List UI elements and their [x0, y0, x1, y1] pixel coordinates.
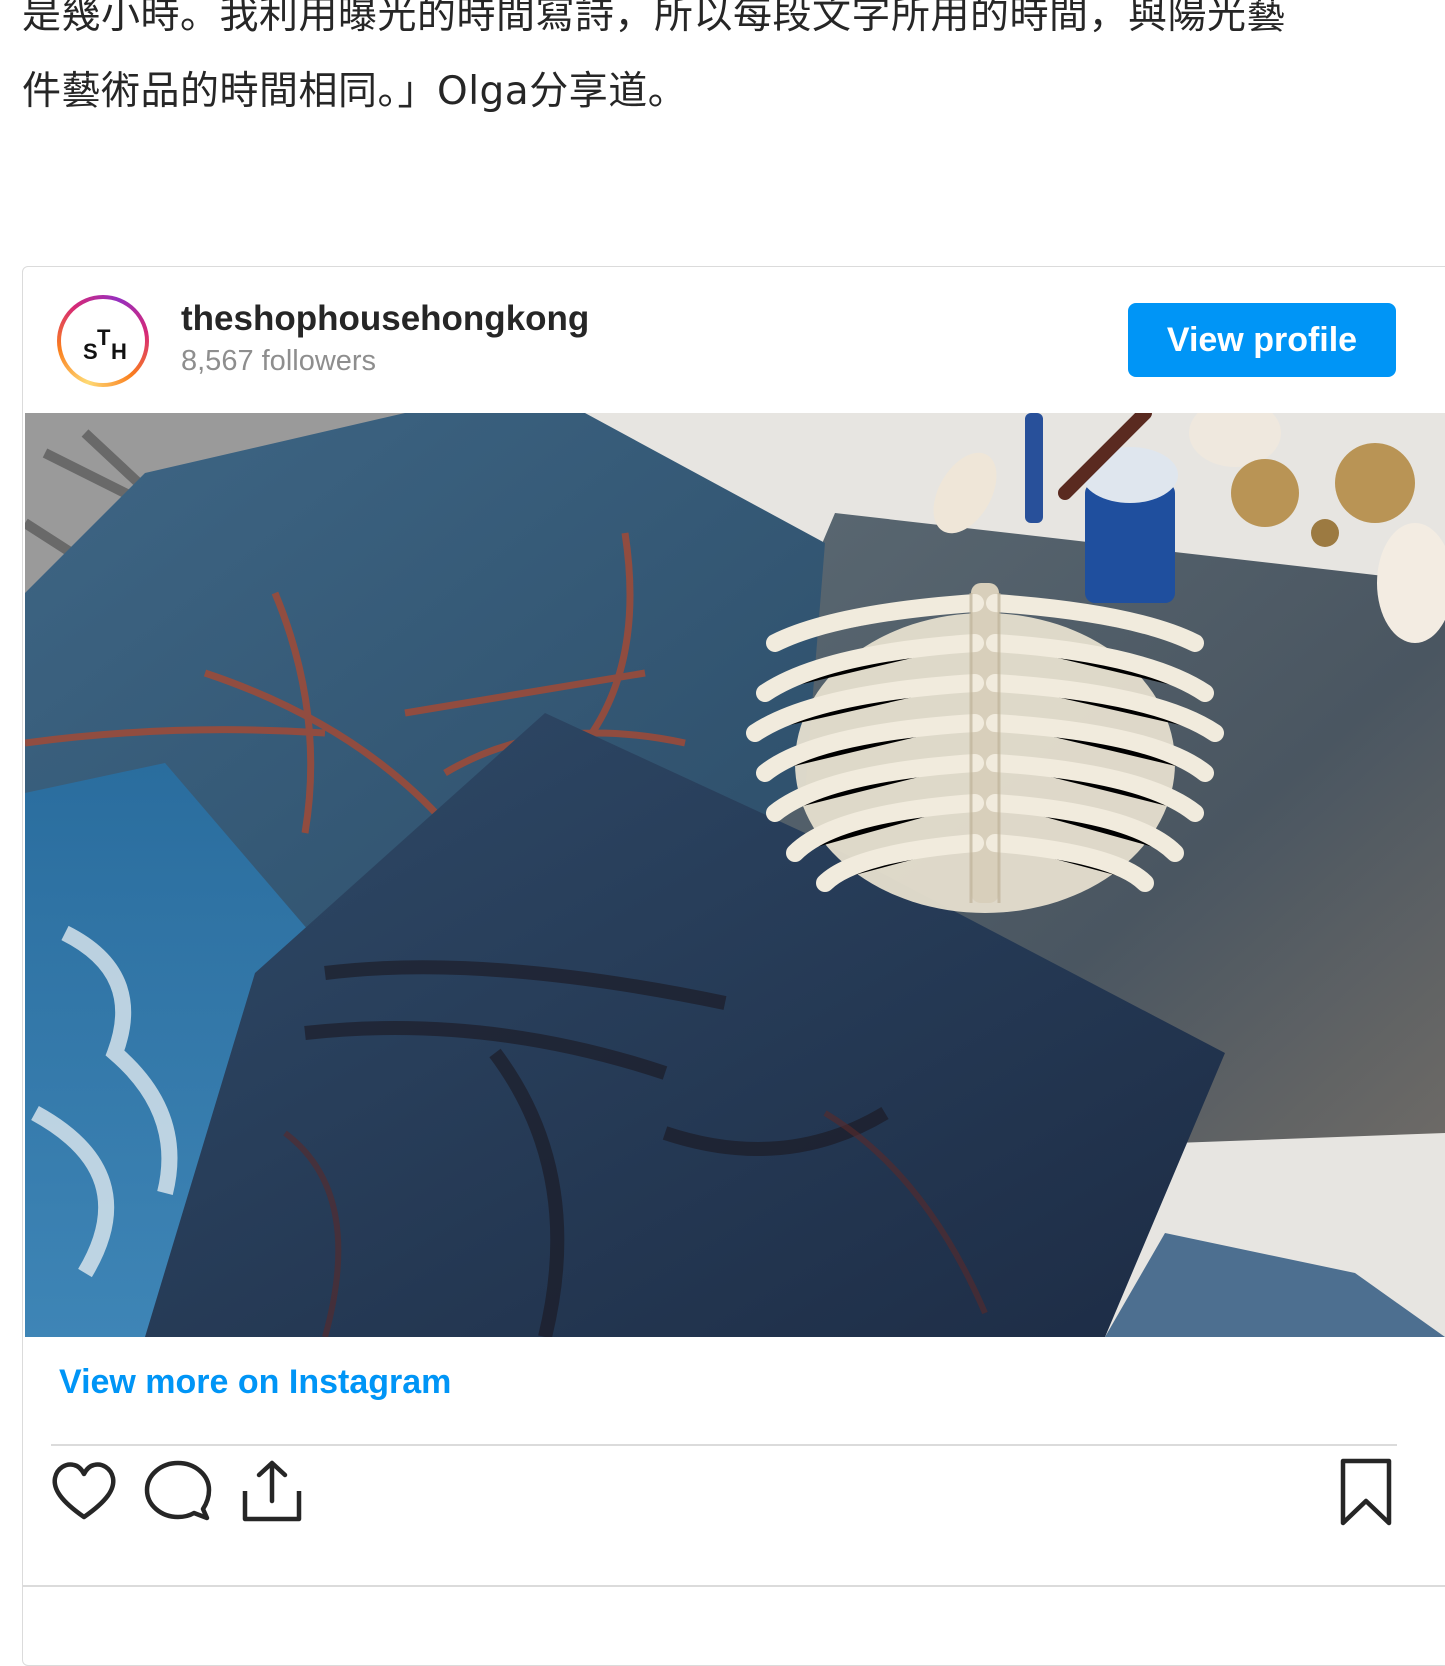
- article-line: 是幾小時。我利用曝光的時間寫詩，所以每段文字所用的時間，與陽光藝: [22, 0, 1287, 38]
- post-photo[interactable]: [25, 413, 1445, 1337]
- username[interactable]: theshophousehongkong: [181, 299, 589, 339]
- action-bar: [23, 1457, 1445, 1547]
- view-more-link[interactable]: View more on Instagram: [59, 1363, 451, 1402]
- follower-count: 8,567 followers: [181, 345, 377, 377]
- comment-icon[interactable]: [143, 1457, 213, 1527]
- divider: [23, 1585, 1445, 1587]
- view-profile-button[interactable]: View profile: [1128, 303, 1396, 377]
- article-paragraph: 是幾小時。我利用曝光的時間寫詩，所以每段文字所用的時間，與陽光藝 件藝術品的時間…: [22, 0, 1445, 130]
- avatar-monogram: S T H: [83, 325, 127, 364]
- heart-icon[interactable]: [49, 1457, 119, 1527]
- divider: [51, 1444, 1397, 1446]
- avatar[interactable]: S T H: [57, 295, 149, 387]
- article-line: 件藝術品的時間相同。」Olga分享道。: [22, 69, 688, 114]
- instagram-embed: S T H theshophousehongkong 8,567 followe…: [22, 266, 1445, 1666]
- embed-header: S T H theshophousehongkong 8,567 followe…: [23, 267, 1445, 413]
- bookmark-icon[interactable]: [1331, 1457, 1401, 1527]
- share-icon[interactable]: [237, 1457, 307, 1527]
